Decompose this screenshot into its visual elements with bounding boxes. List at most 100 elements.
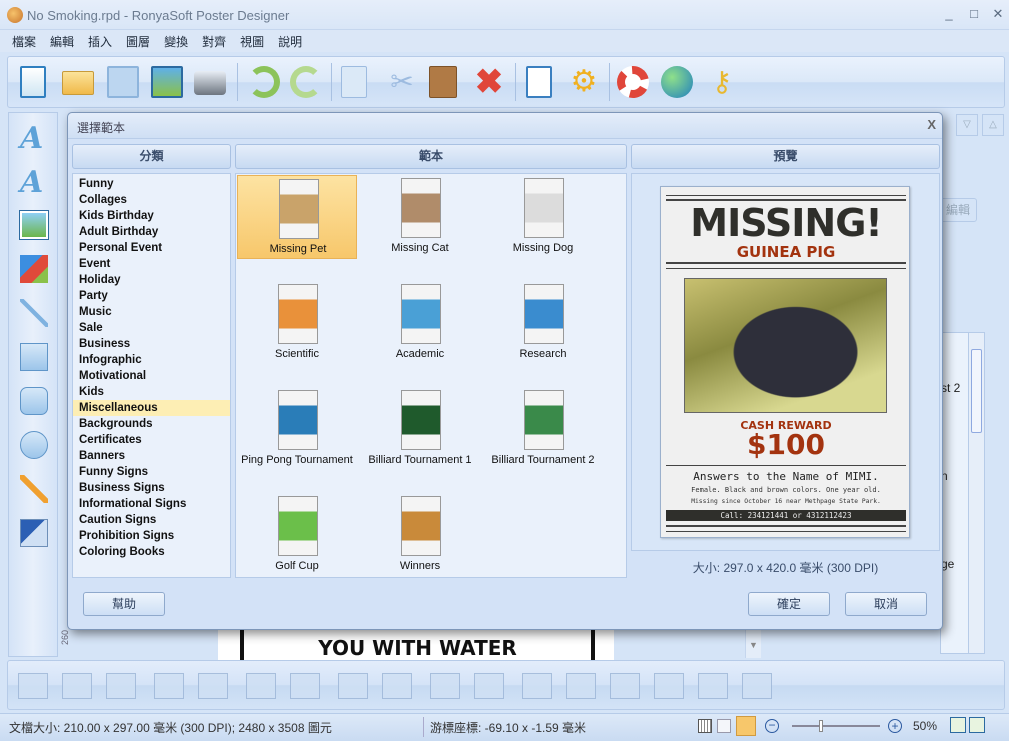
category-item[interactable]: Business — [73, 336, 230, 352]
rectangle-icon[interactable] — [20, 343, 48, 371]
dot-grid-icon[interactable] — [717, 719, 731, 733]
minimize-button[interactable]: _ — [940, 6, 958, 24]
zoom-out-icon[interactable]: − — [765, 719, 779, 733]
zoom-in-icon[interactable]: + — [888, 719, 902, 733]
grid-icon[interactable] — [698, 719, 712, 733]
menu-layer[interactable]: 圖層 — [119, 30, 157, 53]
align-center-icon[interactable] — [566, 673, 596, 699]
category-item[interactable]: Kids — [73, 384, 230, 400]
template-item[interactable]: Winners — [360, 493, 480, 577]
align-bottom-icon[interactable] — [742, 673, 772, 699]
template-item[interactable]: Missing Cat — [360, 175, 480, 259]
same-width-icon[interactable] — [246, 673, 276, 699]
fit-width-icon[interactable] — [969, 717, 985, 733]
rotate-left-icon[interactable] — [338, 673, 368, 699]
cut-icon[interactable]: ✂ — [386, 66, 418, 98]
paste-icon[interactable] — [429, 66, 457, 98]
export-image-icon[interactable] — [151, 66, 183, 98]
category-item[interactable]: Holiday — [73, 272, 230, 288]
category-item[interactable]: Music — [73, 304, 230, 320]
ellipse-icon[interactable] — [20, 431, 48, 459]
zoom-slider-thumb[interactable] — [819, 720, 823, 732]
maximize-button[interactable]: □ — [965, 6, 983, 24]
menu-insert[interactable]: 插入 — [81, 30, 119, 53]
menu-help[interactable]: 說明 — [271, 30, 309, 53]
category-item[interactable]: Banners — [73, 448, 230, 464]
flip-horizontal-icon[interactable] — [430, 673, 460, 699]
category-item[interactable]: Informational Signs — [73, 496, 230, 512]
delete-icon[interactable]: ✖ — [473, 65, 505, 99]
redo-icon[interactable] — [290, 66, 322, 98]
category-item[interactable]: Business Signs — [73, 480, 230, 496]
help-lifebuoy-icon[interactable] — [617, 66, 649, 98]
clipart-icon[interactable] — [20, 255, 48, 283]
pencil-icon[interactable] — [20, 475, 48, 503]
menu-edit[interactable]: 編輯 — [43, 30, 81, 53]
ruler-toggle-icon[interactable] — [736, 716, 756, 736]
new-document-icon[interactable] — [20, 66, 46, 98]
rounded-rectangle-icon[interactable] — [20, 387, 48, 415]
category-item[interactable]: Backgrounds — [73, 416, 230, 432]
bring-to-front-icon[interactable] — [18, 673, 48, 699]
template-item[interactable]: Research — [483, 281, 603, 365]
register-key-icon[interactable]: ⚷ — [706, 66, 738, 98]
category-item[interactable]: Adult Birthday — [73, 224, 230, 240]
category-item[interactable]: Coloring Books — [73, 544, 230, 560]
office-import-icon[interactable] — [20, 519, 48, 547]
close-button[interactable]: ✕ — [989, 6, 1007, 24]
align-left-icon[interactable] — [522, 673, 552, 699]
category-item[interactable]: Motivational — [73, 368, 230, 384]
print-icon[interactable] — [194, 71, 226, 95]
art-text-icon[interactable]: A — [20, 165, 48, 200]
category-item[interactable]: Certificates — [73, 432, 230, 448]
menu-align[interactable]: 對齊 — [195, 30, 233, 53]
category-item[interactable]: Infographic — [73, 352, 230, 368]
category-item[interactable]: Funny — [73, 176, 230, 192]
ok-button[interactable]: 確定 — [748, 592, 830, 616]
ungroup-icon[interactable] — [198, 673, 228, 699]
template-item[interactable]: Golf Cup — [237, 493, 357, 577]
align-top-icon[interactable] — [654, 673, 684, 699]
menu-transform[interactable]: 變換 — [157, 30, 195, 53]
open-folder-icon[interactable] — [62, 71, 94, 95]
website-globe-icon[interactable] — [661, 66, 693, 98]
template-item[interactable]: Ping Pong Tournament — [237, 387, 357, 471]
text-icon[interactable]: A — [20, 121, 48, 156]
rotate-right-icon[interactable] — [382, 673, 412, 699]
template-item[interactable]: Academic — [360, 281, 480, 365]
category-item[interactable]: Miscellaneous — [73, 400, 230, 416]
send-to-back-icon[interactable] — [62, 673, 92, 699]
help-button[interactable]: 幫助 — [83, 592, 165, 616]
template-item[interactable]: Billiard Tournament 2 — [483, 387, 603, 471]
bring-forward-icon[interactable] — [106, 673, 136, 699]
category-item[interactable]: Collages — [73, 192, 230, 208]
panel-collapse-button[interactable]: ▽ — [956, 114, 978, 136]
dialog-close-button[interactable]: X — [927, 117, 936, 132]
category-item[interactable]: Prohibition Signs — [73, 528, 230, 544]
flip-vertical-icon[interactable] — [474, 673, 504, 699]
zoom-slider[interactable] — [792, 720, 880, 732]
panel-expand-button[interactable]: △ — [982, 114, 1004, 136]
category-item[interactable]: Personal Event — [73, 240, 230, 256]
align-right-icon[interactable] — [610, 673, 640, 699]
group-icon[interactable] — [154, 673, 184, 699]
scrollbar-thumb[interactable] — [971, 349, 982, 433]
align-middle-icon[interactable] — [698, 673, 728, 699]
same-height-icon[interactable] — [290, 673, 320, 699]
cancel-button[interactable]: 取消 — [845, 592, 927, 616]
menu-file[interactable]: 檔案 — [5, 30, 43, 53]
image-icon[interactable] — [19, 210, 49, 240]
template-item[interactable]: Scientific — [237, 281, 357, 365]
copy-icon[interactable] — [341, 66, 367, 98]
template-item[interactable]: Missing Dog — [483, 175, 603, 259]
page-settings-icon[interactable] — [526, 66, 552, 98]
menu-view[interactable]: 視圖 — [233, 30, 271, 53]
template-item[interactable]: Missing Pet — [237, 175, 357, 259]
category-item[interactable]: Funny Signs — [73, 464, 230, 480]
category-item[interactable]: Event — [73, 256, 230, 272]
list-scrollbar[interactable] — [968, 332, 985, 654]
fit-page-icon[interactable] — [950, 717, 966, 733]
category-item[interactable]: Party — [73, 288, 230, 304]
preferences-gear-icon[interactable]: ⚙ — [568, 66, 600, 98]
category-item[interactable]: Kids Birthday — [73, 208, 230, 224]
